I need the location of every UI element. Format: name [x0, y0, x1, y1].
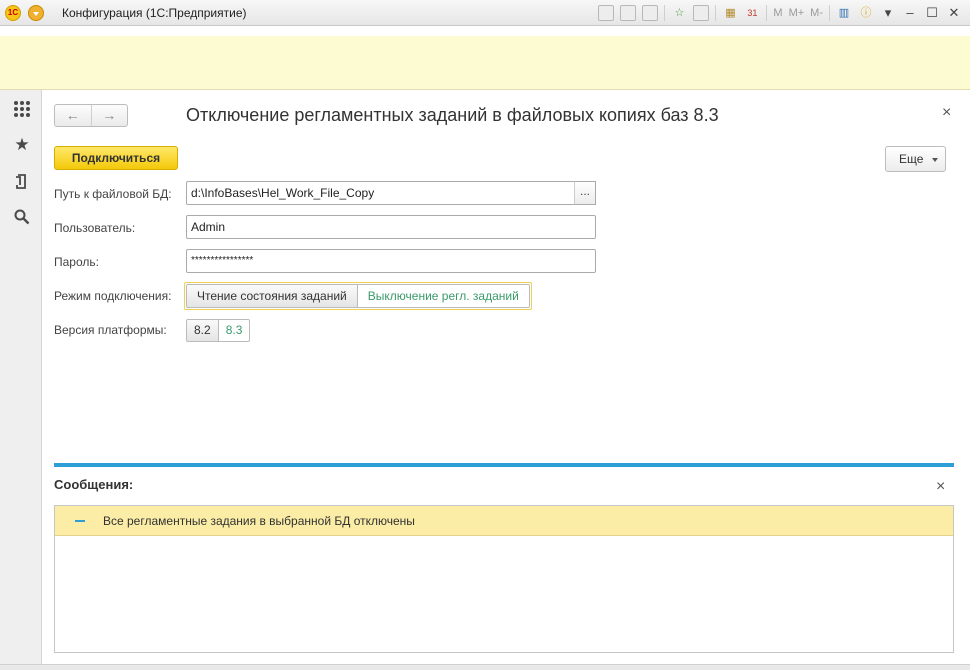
back-arrow-icon[interactable]: ← — [55, 105, 92, 126]
history-svg — [16, 174, 26, 189]
window-title: Конфигурация (1С:Предприятие) — [62, 6, 247, 20]
search-icon[interactable] — [13, 208, 31, 226]
more-menu-button[interactable]: Еще — [885, 146, 946, 172]
version-option-8-3[interactable]: 8.3 — [218, 319, 251, 342]
panel-icon[interactable]: ▥ — [836, 5, 852, 21]
toolbar-divider — [715, 5, 717, 21]
window-titlebar: 1С Конфигурация (1С:Предприятие) ☆ ▦ 31 … — [0, 0, 970, 26]
left-sidebar: ★ — [0, 90, 42, 670]
message-marker-icon — [75, 520, 85, 522]
navigation-buttons: ← → — [54, 104, 128, 127]
top-banner — [0, 36, 970, 90]
print-icon[interactable] — [620, 5, 637, 21]
message-text: Все регламентные задания в выбранной БД … — [103, 514, 415, 528]
memory-minus-button[interactable]: M- — [810, 5, 823, 21]
path-field[interactable]: d:\InfoBases\Hel_Work_File_Copy — [186, 181, 576, 205]
chevron-down-icon — [932, 158, 938, 162]
more-button-label: Еще — [899, 152, 924, 166]
user-field[interactable]: Admin — [186, 215, 596, 239]
history-icon[interactable] — [13, 172, 31, 190]
messages-divider — [54, 463, 954, 467]
close-messages-icon[interactable]: × — [936, 478, 945, 496]
password-field[interactable]: **************** — [186, 249, 596, 273]
messages-panel: Все регламентные задания в выбранной БД … — [54, 505, 954, 653]
version-option-8-2[interactable]: 8.2 — [186, 319, 219, 342]
main-menu-icon[interactable] — [28, 5, 44, 21]
mode-selector: Чтение состояния заданий Выключение регл… — [184, 282, 532, 310]
mode-label: Режим подключения: — [54, 289, 172, 303]
calculator-icon[interactable]: ▦ — [722, 5, 738, 21]
memory-m-button[interactable]: M — [773, 5, 782, 21]
toolbar-divider — [829, 5, 830, 21]
user-label: Пользователь: — [54, 221, 136, 235]
version-label: Версия платформы: — [54, 323, 167, 337]
message-row[interactable]: Все регламентные задания в выбранной БД … — [55, 506, 953, 536]
add-favorite-icon[interactable]: ☆ — [671, 5, 687, 21]
search-svg — [14, 209, 30, 225]
password-label: Пароль: — [54, 255, 99, 269]
chevron-down-icon[interactable]: ▾ — [880, 5, 896, 21]
mode-option-disable-jobs[interactable]: Выключение регл. заданий — [357, 284, 530, 308]
titlebar-toolbar: ☆ ▦ 31 M M+ M- ▥ ⓘ ▾ – ☐ ✕ — [598, 4, 962, 22]
version-selector: 8.2 8.3 — [186, 319, 251, 342]
maximize-icon[interactable]: ☐ — [924, 5, 940, 21]
calendar-icon[interactable]: 31 — [744, 5, 760, 21]
preview-icon[interactable] — [642, 5, 659, 21]
toolbar-divider — [664, 5, 666, 21]
forward-arrow-icon[interactable]: → — [92, 105, 128, 126]
path-label: Путь к файловой БД: — [54, 187, 172, 201]
apps-grid-svg — [14, 101, 30, 117]
info-icon[interactable]: ⓘ — [858, 5, 874, 21]
1c-logo-icon: 1С — [5, 5, 21, 21]
toolbar-divider — [766, 5, 768, 21]
mode-option-read-status[interactable]: Чтение состояния заданий — [186, 284, 358, 308]
apps-grid-icon[interactable] — [13, 100, 31, 118]
window-bottom-border — [0, 664, 970, 670]
connect-button[interactable]: Подключиться — [54, 146, 178, 170]
form-area: ← → Отключение регламентных заданий в фа… — [42, 90, 970, 670]
close-icon[interactable]: ✕ — [946, 5, 962, 21]
messages-title: Сообщения: — [54, 477, 134, 492]
memory-plus-button[interactable]: M+ — [789, 5, 805, 21]
favorites-star-icon[interactable]: ★ — [13, 136, 31, 154]
path-select-button[interactable]: ... — [574, 181, 596, 205]
links-icon[interactable] — [693, 5, 710, 21]
minimize-icon[interactable]: – — [902, 5, 918, 21]
form-title: Отключение регламентных заданий в файлов… — [186, 105, 719, 125]
save-icon[interactable] — [598, 5, 615, 21]
close-form-icon[interactable]: × — [942, 104, 951, 122]
